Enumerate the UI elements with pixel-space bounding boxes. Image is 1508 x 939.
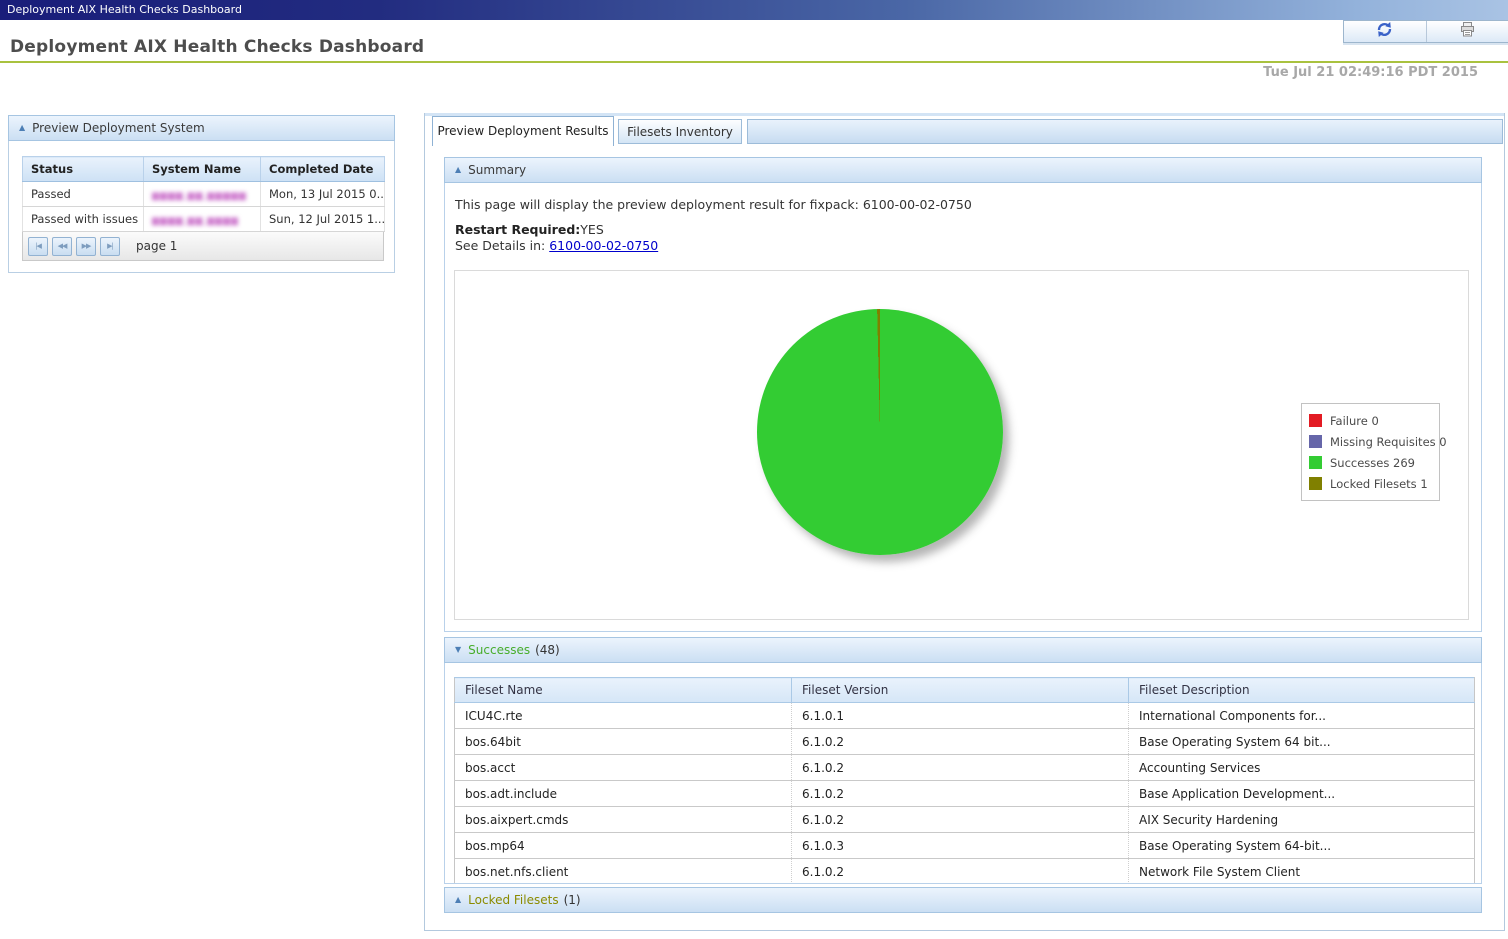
refresh-button[interactable] [1344, 21, 1426, 42]
successes-header[interactable]: ▼ Successes (48) [444, 637, 1482, 663]
col-fileset-description: Fileset Description [1129, 678, 1475, 703]
print-button[interactable] [1426, 21, 1508, 42]
main-content: Preview Deployment Results Filesets Inve… [424, 113, 1505, 931]
table-header-row: Fileset Name Fileset Version Fileset Des… [455, 678, 1475, 703]
locked-filesets-panel: ▲ Locked Filesets (1) [444, 887, 1482, 913]
completed-date-cell: Sun, 12 Jul 2015 1... [261, 207, 385, 232]
table-row: Passed with issues ▆▆▆▆ ▆▆ ▆▆▆▆ Sun, 12 … [23, 207, 385, 232]
tab-preview-deployment-results[interactable]: Preview Deployment Results [432, 116, 614, 146]
col-fileset-name: Fileset Name [455, 678, 792, 703]
successes-body: Fileset Name Fileset Version Fileset Des… [444, 663, 1482, 884]
locked-filesets-count: (1) [564, 893, 581, 907]
missing-requisites-swatch [1309, 435, 1322, 448]
collapse-icon: ▲ [455, 896, 461, 904]
legend-item-missing-requisites: Missing Requisites 0 [1309, 431, 1435, 452]
successes-title: Successes [468, 643, 530, 657]
table-row: bos.64bit 6.1.0.2 Base Operating System … [455, 729, 1475, 755]
locked-filesets-swatch [1309, 477, 1322, 490]
legend-item-successes: Successes 269 [1309, 452, 1435, 473]
tabbar-filler [747, 119, 1503, 144]
see-details-label: See Details in: [455, 238, 545, 253]
legend-item-failure: Failure 0 [1309, 410, 1435, 431]
table-row: bos.acct 6.1.0.2 Accounting Services [455, 755, 1475, 781]
pie-chart [757, 309, 1003, 555]
failure-swatch [1309, 414, 1322, 427]
successes-count: (48) [535, 643, 560, 657]
summary-panel: ▲ Summary This page will display the pre… [444, 157, 1482, 632]
table-row: ICU4C.rte 6.1.0.1 International Componen… [455, 703, 1475, 729]
first-page-button[interactable]: |◀ [28, 237, 48, 256]
system-name-link[interactable]: ▆▆▆▆ ▆▆ ▆▆▆▆ [152, 216, 239, 226]
header-toolbar [1343, 20, 1508, 43]
successes-swatch [1309, 456, 1322, 469]
deployment-systems-table: Status System Name Completed Date Passed… [22, 156, 385, 232]
preview-deployment-system-title: Preview Deployment System [32, 121, 205, 135]
col-completed-date: Completed Date [261, 157, 385, 182]
completed-date-cell: Mon, 13 Jul 2015 0... [261, 182, 385, 207]
table-row: bos.net.nfs.client 6.1.0.2 Network File … [455, 859, 1475, 885]
pagination-bar: |◀ ◀◀ ▶▶ ▶| page 1 [22, 232, 384, 261]
col-system-name: System Name [144, 157, 261, 182]
next-page-button[interactable]: ▶▶ [76, 237, 96, 256]
prev-page-button[interactable]: ◀◀ [52, 237, 72, 256]
restart-required-label: Restart Required: [455, 222, 580, 237]
title-divider [0, 61, 1508, 63]
locked-filesets-title: Locked Filesets [468, 893, 558, 907]
status-cell: Passed [23, 182, 144, 207]
col-fileset-version: Fileset Version [792, 678, 1129, 703]
status-cell: Passed with issues [23, 207, 144, 232]
successes-panel: ▼ Successes (48) Fileset Name Fileset Ve… [444, 637, 1482, 884]
restart-required-value: YES [580, 222, 603, 237]
collapse-icon: ▲ [19, 124, 25, 132]
page-indicator: page 1 [136, 239, 177, 253]
legend-item-locked-filesets: Locked Filesets 1 [1309, 473, 1435, 494]
filesets-table: Fileset Name Fileset Version Fileset Des… [454, 677, 1475, 884]
table-header-row: Status System Name Completed Date [23, 157, 385, 182]
table-row: Passed ▆▆▆▆ ▆▆ ▆▆▆▆▆ Mon, 13 Jul 2015 0.… [23, 182, 385, 207]
fixpack-details-link[interactable]: 6100-00-02-0750 [549, 238, 658, 253]
window-titlebar: Deployment AIX Health Checks Dashboard [0, 0, 1508, 20]
last-page-button[interactable]: ▶| [100, 237, 120, 256]
summary-header[interactable]: ▲ Summary [444, 157, 1482, 183]
page-title: Deployment AIX Health Checks Dashboard [10, 37, 424, 57]
col-status: Status [23, 157, 144, 182]
chart-legend: Failure 0 Missing Requisites 0 Successes… [1301, 403, 1440, 501]
summary-description: This page will display the preview deplo… [455, 197, 972, 212]
locked-filesets-header[interactable]: ▲ Locked Filesets (1) [444, 887, 1482, 913]
preview-deployment-system-body: Status System Name Completed Date Passed… [8, 141, 395, 273]
restart-required-line: Restart Required:YES [455, 222, 604, 237]
expand-icon: ▼ [455, 646, 461, 654]
collapse-icon: ▲ [455, 166, 461, 174]
summary-body: This page will display the preview deplo… [444, 183, 1482, 632]
system-name-link[interactable]: ▆▆▆▆ ▆▆ ▆▆▆▆▆ [152, 191, 247, 201]
preview-deployment-system-panel: ▲ Preview Deployment System Status Syste… [8, 115, 395, 273]
refresh-icon [1375, 21, 1394, 42]
see-details-line: See Details in: 6100-00-02-0750 [455, 238, 658, 253]
table-row: bos.adt.include 6.1.0.2 Base Application… [455, 781, 1475, 807]
print-icon [1459, 22, 1476, 41]
summary-title: Summary [468, 163, 526, 177]
deployment-result-chart: Failure 0 Missing Requisites 0 Successes… [454, 270, 1469, 620]
table-row: bos.aixpert.cmds 6.1.0.2 AIX Security Ha… [455, 807, 1475, 833]
timestamp: Tue Jul 21 02:49:16 PDT 2015 [1263, 65, 1478, 80]
preview-deployment-system-header[interactable]: ▲ Preview Deployment System [8, 115, 395, 141]
table-row: bos.mp64 6.1.0.3 Base Operating System 6… [455, 833, 1475, 859]
tab-filesets-inventory[interactable]: Filesets Inventory [618, 119, 742, 144]
